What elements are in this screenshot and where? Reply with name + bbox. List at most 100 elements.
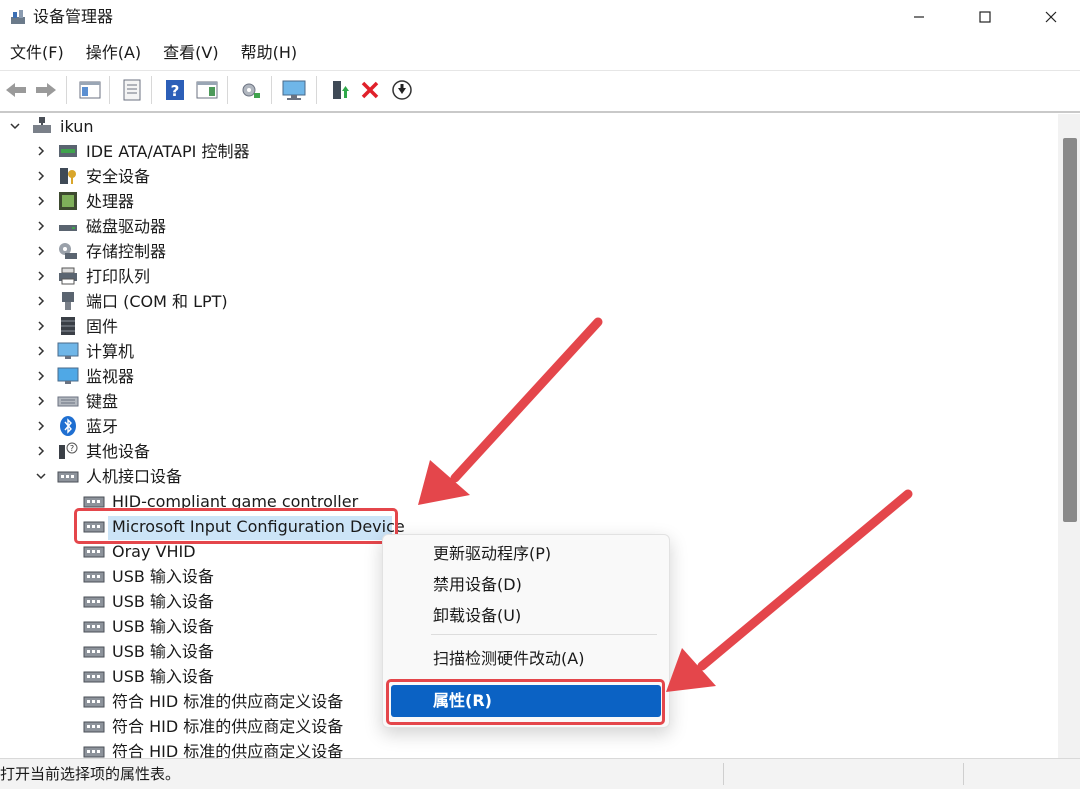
- tree-category[interactable]: 蓝牙: [0, 414, 1050, 439]
- chevron-right-icon[interactable]: [35, 220, 47, 232]
- tree-category-expanded[interactable]: 人机接口设备: [0, 464, 1050, 489]
- minimize-icon: [914, 16, 924, 18]
- status-bar: 打开当前选择项的属性表。: [0, 758, 1080, 789]
- hid-device-icon: [83, 646, 105, 658]
- tree-category-label: 键盘: [86, 392, 119, 411]
- tree-category-label: 蓝牙: [86, 417, 119, 436]
- disable-device-button[interactable]: [389, 77, 415, 103]
- tree-category-label: 打印队列: [86, 267, 151, 286]
- uninstall-button[interactable]: [357, 77, 383, 103]
- chevron-right-icon[interactable]: [35, 245, 47, 257]
- tree-root[interactable]: ikun: [0, 114, 1050, 139]
- tree-category[interactable]: 端口 (COM 和 LPT): [0, 289, 1050, 314]
- menu-file[interactable]: 文件(F): [0, 38, 74, 68]
- printer-icon: [59, 267, 77, 285]
- tree-category[interactable]: 打印队列: [0, 264, 1050, 289]
- tree-category[interactable]: 磁盘驱动器: [0, 214, 1050, 239]
- scan-hardware-button[interactable]: [238, 77, 264, 103]
- properties-button[interactable]: [119, 77, 145, 103]
- chevron-right-icon[interactable]: [35, 445, 47, 457]
- help-icon: ?: [166, 80, 184, 100]
- action-pane-icon: [196, 81, 218, 99]
- chevron-down-icon[interactable]: [35, 470, 47, 482]
- chevron-right-icon[interactable]: [35, 170, 47, 182]
- tree-category[interactable]: 键盘: [0, 389, 1050, 414]
- computer-monitor-icon: [282, 80, 306, 100]
- menu-disable-device[interactable]: 禁用设备(D): [383, 570, 669, 600]
- svg-text:?: ?: [70, 444, 74, 453]
- scrollbar-thumb[interactable]: [1063, 138, 1077, 522]
- tree-category[interactable]: 监视器: [0, 364, 1050, 389]
- chevron-right-icon[interactable]: [35, 320, 47, 332]
- tree-device-label: USB 输入设备: [112, 567, 214, 586]
- tree-category-label: 其他设备: [86, 442, 151, 461]
- chevron-right-icon[interactable]: [35, 195, 47, 207]
- action-pane-button[interactable]: [194, 77, 220, 103]
- computer-icon: [57, 342, 79, 359]
- tree-category[interactable]: 安全设备: [0, 164, 1050, 189]
- annotation-highlight-box: [386, 679, 665, 725]
- tree-device-label: USB 输入设备: [112, 617, 214, 636]
- menu-action[interactable]: 操作(A): [76, 38, 151, 68]
- help-button[interactable]: ?: [162, 77, 188, 103]
- tree-category-label: 处理器: [86, 192, 135, 211]
- tree-category[interactable]: 固件: [0, 314, 1050, 339]
- update-driver-icon: [333, 81, 349, 99]
- menu-uninstall-device[interactable]: 卸载设备(U): [383, 601, 669, 631]
- tree-device[interactable]: 符合 HID 标准的供应商定义设备: [0, 739, 1050, 758]
- update-driver-button[interactable]: [327, 77, 353, 103]
- tree-root-label: ikun: [60, 117, 94, 136]
- tree-category-label: IDE ATA/ATAPI 控制器: [86, 142, 250, 161]
- port-icon: [62, 292, 74, 310]
- chevron-right-icon[interactable]: [35, 145, 47, 157]
- hid-device-icon: [83, 721, 105, 733]
- menu-help[interactable]: 帮助(H): [231, 38, 308, 68]
- maximize-button[interactable]: [962, 0, 1008, 34]
- tree-category[interactable]: IDE ATA/ATAPI 控制器: [0, 139, 1050, 164]
- close-icon: [1045, 11, 1057, 23]
- hid-device-icon: [83, 746, 105, 758]
- hid-device-icon: [83, 671, 105, 683]
- storage-controller-icon: [59, 243, 77, 259]
- menu-item-label: 扫描检测硬件改动(A): [433, 649, 585, 668]
- hid-device-icon: [83, 696, 105, 708]
- tree-category[interactable]: 存储控制器: [0, 239, 1050, 264]
- menu-view[interactable]: 查看(V): [153, 38, 228, 68]
- monitor-icon: [57, 367, 79, 384]
- close-button[interactable]: [1028, 0, 1074, 34]
- uninstall-icon: [361, 81, 379, 99]
- chevron-right-icon[interactable]: [35, 295, 47, 307]
- status-text: 打开当前选择项的属性表。: [0, 765, 181, 783]
- forward-button[interactable]: [33, 77, 59, 103]
- menu-scan-hardware[interactable]: 扫描检测硬件改动(A): [383, 644, 669, 674]
- tree-category-label: 人机接口设备: [86, 467, 183, 486]
- hid-device-icon: [83, 596, 105, 608]
- console-tree-icon: [79, 81, 101, 99]
- tree-category-label: 端口 (COM 和 LPT): [86, 292, 228, 311]
- tree-category[interactable]: ? 其他设备: [0, 439, 1050, 464]
- chevron-right-icon[interactable]: [35, 420, 47, 432]
- tree-category[interactable]: 计算机: [0, 339, 1050, 364]
- computer-button[interactable]: [281, 77, 307, 103]
- tree-device-label: 符合 HID 标准的供应商定义设备: [112, 717, 344, 736]
- tree-category[interactable]: 处理器: [0, 189, 1050, 214]
- firmware-icon: [61, 317, 75, 335]
- chevron-right-icon[interactable]: [35, 395, 47, 407]
- security-device-icon: [60, 168, 76, 184]
- bluetooth-icon: [60, 416, 76, 436]
- device-manager-app-icon: [11, 10, 25, 24]
- chevron-right-icon[interactable]: [35, 270, 47, 282]
- forward-icon: [36, 83, 56, 97]
- chevron-down-icon[interactable]: [9, 120, 21, 132]
- ide-controller-icon: [59, 145, 77, 157]
- back-button[interactable]: [3, 77, 29, 103]
- minimize-button[interactable]: [896, 0, 942, 34]
- menu-update-driver[interactable]: 更新驱动程序(P): [383, 539, 669, 569]
- chevron-right-icon[interactable]: [35, 370, 47, 382]
- hid-icon: [57, 471, 79, 483]
- show-hide-console-tree-button[interactable]: [77, 77, 103, 103]
- tree-category-label: 磁盘驱动器: [86, 217, 167, 236]
- chevron-right-icon[interactable]: [35, 345, 47, 357]
- menu-item-label: 更新驱动程序(P): [433, 544, 552, 563]
- menu-separator: [431, 634, 657, 635]
